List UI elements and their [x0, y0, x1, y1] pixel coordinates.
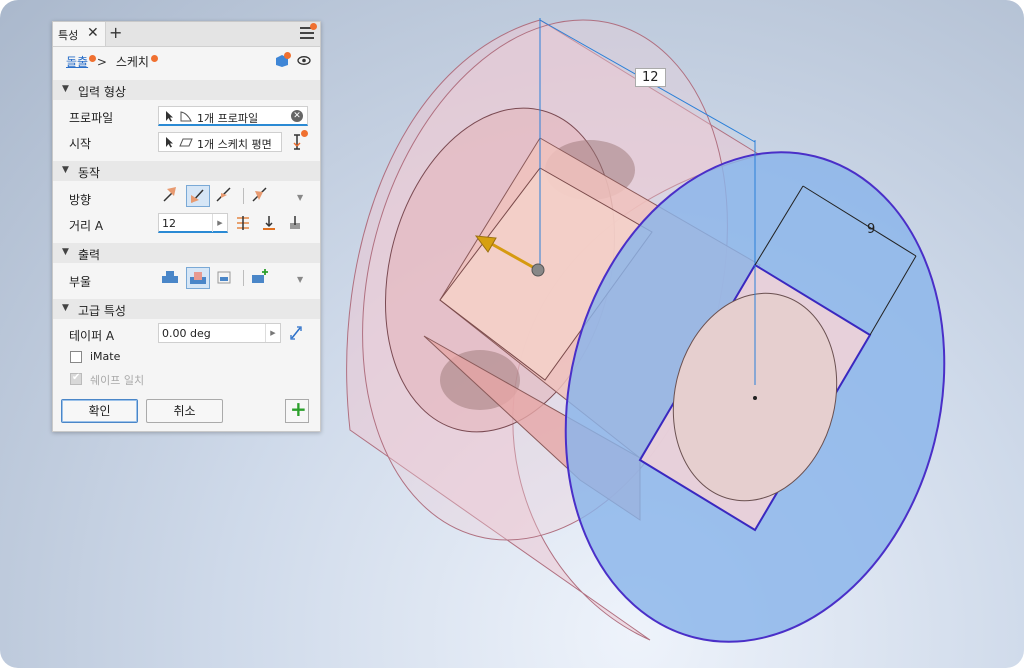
dimension-9-label[interactable]: 9 [867, 222, 875, 237]
direction-flipped-button[interactable] [186, 185, 210, 207]
flip-taper-icon[interactable] [289, 325, 303, 341]
boolean-intersect-button[interactable] [213, 267, 237, 289]
panel-tab-bar: 특성 ✕ + [53, 22, 320, 47]
boolean-join-button[interactable] [159, 267, 183, 289]
notification-dot [310, 23, 317, 30]
intersect-icon [217, 271, 231, 284]
offset-start-icon[interactable] [291, 134, 303, 150]
distance-extent-icon[interactable] [235, 215, 251, 231]
direction-symmetric-button[interactable] [213, 185, 237, 207]
taper-a-label: 테이퍼 A [69, 329, 115, 343]
collapse-triangle-icon[interactable]: ▼ [62, 84, 69, 94]
taper-a-value: 0.00 deg [162, 327, 211, 340]
collapse-triangle-icon[interactable]: ▼ [62, 303, 69, 313]
direction-flipped-icon [191, 189, 204, 203]
boolean-label: 부울 [69, 275, 92, 289]
select-cursor-icon [166, 137, 173, 148]
tab-properties-label: 특성 [58, 29, 79, 42]
collapse-triangle-icon[interactable]: ▼ [62, 247, 69, 257]
distance-a-value: 12 [162, 217, 176, 230]
collapse-triangle-icon[interactable]: ▼ [62, 165, 69, 175]
match-shape-label: 쉐이프 일치 [90, 374, 145, 387]
section-output-title: 출력 [78, 248, 101, 262]
distance-a-label: 거리 A [69, 219, 104, 233]
hamburger-menu-icon[interactable] [300, 23, 317, 39]
boolean-cut-button[interactable] [186, 267, 210, 289]
dimension-12-label[interactable]: 12 [635, 68, 666, 87]
direction-symmetric-icon [216, 187, 231, 202]
direction-label: 방향 [69, 193, 92, 207]
to-next-icon[interactable] [261, 215, 277, 231]
direction-arrow-handle [531, 263, 545, 277]
section-input-geometry-title: 입력 형상 [78, 85, 126, 99]
plus-icon: + [290, 397, 307, 421]
breadcrumb-extrude-link[interactable]: 돌출 [66, 55, 88, 69]
cancel-button[interactable]: 취소 [146, 399, 223, 423]
through-all-icon[interactable] [287, 215, 303, 231]
taper-a-input[interactable]: 0.00 deg ▶ [158, 323, 281, 343]
profile-label: 프로파일 [69, 111, 114, 125]
distance-a-input[interactable]: 12 ▶ [158, 213, 228, 233]
new-solid-button[interactable] [249, 267, 273, 289]
properties-panel: 특성 ✕ + 돌출 > 스케치 ▼ 입력 형상 프로파일 1개 프로파일 ✕ 시… [52, 21, 321, 432]
direction-asymmetric-button[interactable] [249, 185, 273, 207]
match-shape-checkbox: ✔ [70, 372, 82, 385]
clear-selection-icon[interactable]: ✕ [291, 110, 303, 122]
section-behavior-title: 동작 [78, 166, 101, 180]
select-cursor-icon [166, 111, 173, 122]
imate-checkbox[interactable] [70, 351, 82, 363]
apply-add-button[interactable]: + [285, 397, 309, 423]
ok-button[interactable]: 확인 [61, 399, 138, 423]
section-advanced[interactable]: ▼ 고급 특성 [53, 299, 320, 319]
distance-a-menu-arrow[interactable]: ▶ [212, 214, 227, 232]
eye-icon[interactable] [297, 56, 311, 65]
breadcrumb-sketch[interactable]: 스케치 [116, 55, 149, 69]
tab-properties[interactable]: 특성 ✕ [53, 22, 106, 46]
new-solid-icon [252, 269, 268, 283]
section-behavior[interactable]: ▼ 동작 [53, 161, 320, 181]
profile-shape-icon [180, 111, 192, 122]
breadcrumb-separator: > [96, 55, 107, 69]
cut-icon [190, 272, 206, 284]
close-icon[interactable]: ✕ [87, 25, 99, 41]
section-advanced-title: 고급 특성 [78, 304, 126, 318]
direction-default-button[interactable] [159, 185, 183, 207]
taper-a-menu-arrow[interactable]: ▶ [265, 324, 280, 342]
start-value: 1개 스케치 평면 [197, 138, 272, 151]
breadcrumb: 돌출 > 스케치 [66, 53, 149, 70]
imate-label: iMate [90, 350, 121, 363]
checkmark-icon: ✔ [72, 372, 81, 383]
sketch-notification-dot [151, 55, 158, 62]
start-notification-dot [301, 130, 308, 137]
preset-notification-dot [284, 52, 291, 59]
boolean-dropdown-icon[interactable]: ▼ [297, 275, 303, 284]
profile-center-point [753, 396, 757, 400]
direction-asymmetric-icon [252, 187, 267, 202]
start-label: 시작 [69, 137, 92, 151]
section-input-geometry[interactable]: ▼ 입력 형상 [53, 80, 320, 100]
profile-selector[interactable]: 1개 프로파일 ✕ [158, 106, 308, 126]
profile-value: 1개 프로파일 [197, 112, 259, 125]
start-plane-selector[interactable]: 1개 스케치 평면 [158, 132, 282, 152]
toolbar-separator [243, 188, 244, 204]
add-tab-icon[interactable]: + [109, 23, 122, 42]
sketch-plane-icon [179, 138, 193, 147]
toolbar-separator [243, 270, 244, 286]
extrude-notification-dot [89, 55, 96, 62]
direction-dropdown-icon[interactable]: ▼ [297, 193, 303, 202]
join-icon [162, 271, 178, 283]
direction-default-icon [163, 187, 176, 202]
section-output[interactable]: ▼ 출력 [53, 243, 320, 263]
